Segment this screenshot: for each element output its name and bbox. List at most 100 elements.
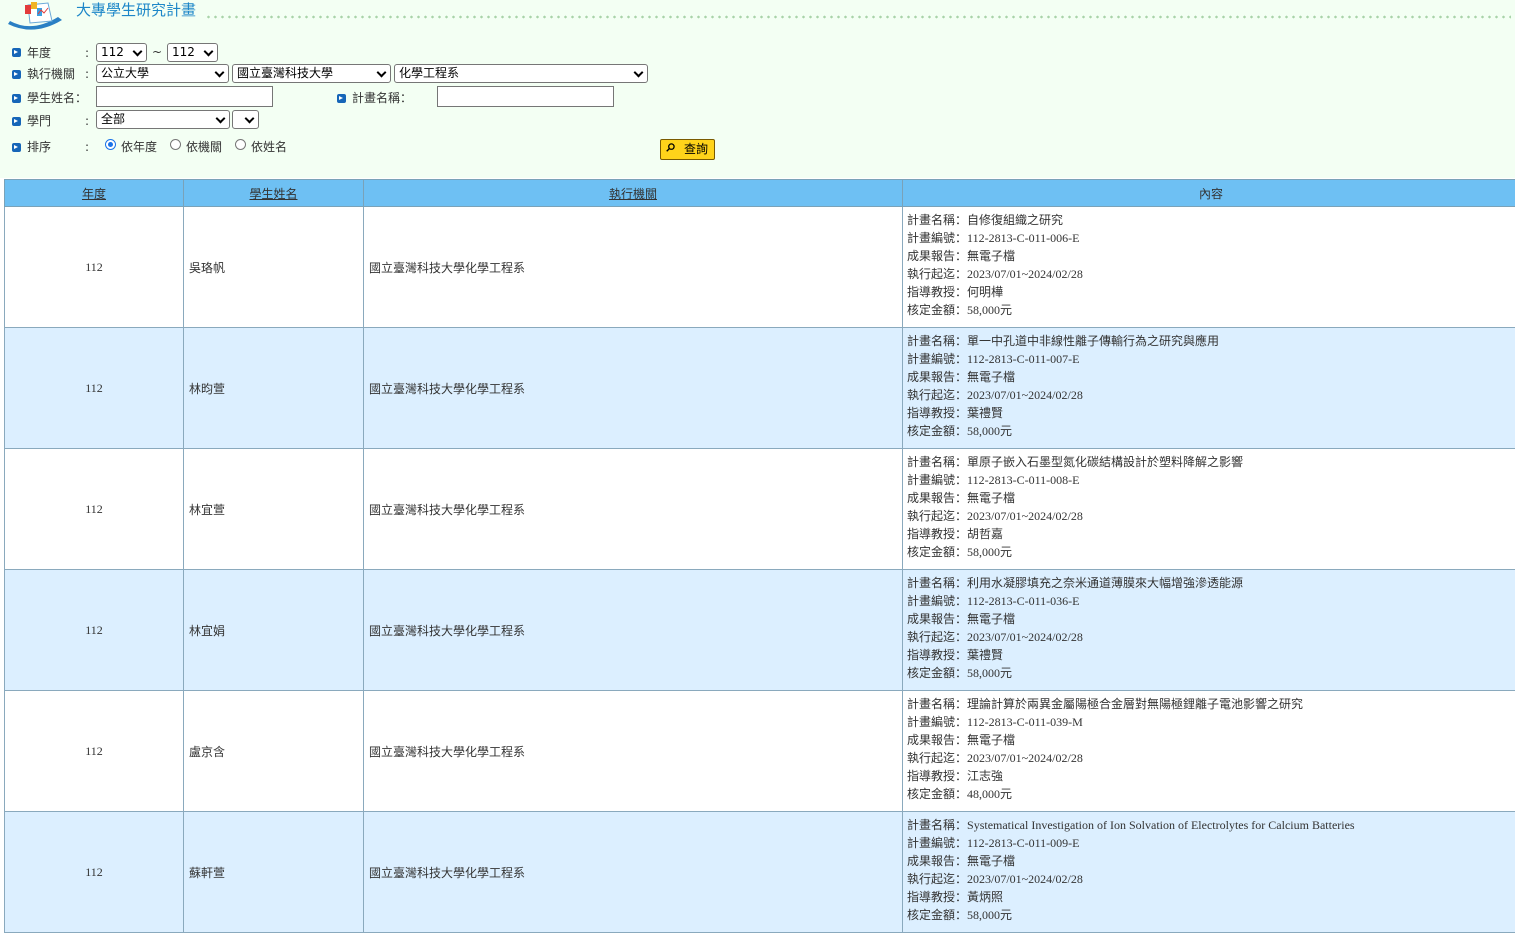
chevron-down-icon	[215, 68, 225, 78]
row-institution: 國立臺灣科技大學化學工程系	[364, 207, 903, 328]
field-select[interactable]: 全部	[96, 110, 230, 129]
content-title-value: 理論計算於兩異金屬陽極合金層對無陽極鋰離子電池影響之研究	[967, 697, 1303, 711]
school-select[interactable]: 國立臺灣科技大學	[232, 64, 391, 83]
content-field-label: 計畫名稱：	[907, 455, 967, 469]
row-student-name: 蘇軒萱	[184, 812, 364, 933]
content-field-label: 計畫編號：	[907, 715, 967, 729]
content-field-label: 成果報告：	[907, 249, 967, 263]
sort-by-name-radio[interactable]	[235, 139, 246, 150]
content-advisor-line: 指導教授：黃炳照	[907, 888, 1515, 906]
label-colon: :	[85, 46, 89, 60]
content-field-label: 核定金額：	[907, 303, 967, 317]
content-number-line: 計畫編號：112-2813-C-011-039-M	[907, 713, 1515, 731]
content-title-line: 計畫名稱：利用水凝膠填充之奈米通道薄膜來大幅增強滲透能源	[907, 574, 1515, 592]
content-report-value: 無電子檔	[967, 249, 1015, 263]
content-amount-line: 核定金額：58,000元	[907, 906, 1515, 924]
content-field-label: 計畫名稱：	[907, 818, 967, 832]
content-report-value: 無電子檔	[967, 491, 1015, 505]
content-field-label: 計畫編號：	[907, 352, 967, 366]
content-title-value: Systematical Investigation of Ion Solvat…	[967, 818, 1355, 832]
content-advisor-line: 指導教授：何明樺	[907, 283, 1515, 301]
content-advisor-value: 黃炳照	[967, 890, 1003, 904]
sort-by-institution-header[interactable]: 執行機關	[364, 180, 903, 207]
sort-by-year-radio[interactable]	[105, 139, 116, 150]
content-advisor-value: 胡哲嘉	[967, 527, 1003, 541]
content-field-label: 計畫名稱：	[907, 334, 967, 348]
query-button[interactable]: 查詢	[660, 139, 715, 160]
row-content: 計畫名稱：Systematical Investigation of Ion S…	[903, 812, 1515, 933]
results-table: 年度 學生姓名 執行機關 內容 112吳珞帆國立臺灣科技大學化學工程系計畫名稱：…	[4, 179, 1515, 933]
student-name-input[interactable]	[96, 86, 273, 107]
content-report-value: 無電子檔	[967, 733, 1015, 747]
table-row: 112盧京含國立臺灣科技大學化學工程系計畫名稱：理論計算於兩異金屬陽極合金層對無…	[5, 691, 1515, 812]
institution-type-select[interactable]: 公立大學	[96, 64, 229, 83]
year-label: 年度	[27, 46, 51, 60]
project-name-input[interactable]	[437, 86, 614, 107]
content-field-label: 指導教授：	[907, 285, 967, 299]
content-advisor-value: 葉禮賢	[967, 406, 1003, 420]
content-amount-line: 核定金額：58,000元	[907, 664, 1515, 682]
content-title-line: 計畫名稱：理論計算於兩異金屬陽極合金層對無陽極鋰離子電池影響之研究	[907, 695, 1515, 713]
chevron-down-icon	[133, 47, 143, 57]
content-report-line: 成果報告：無電子檔	[907, 489, 1515, 507]
content-period-line: 執行起迄：2023/07/01~2024/02/28	[907, 507, 1515, 525]
sort-by-student-header[interactable]: 學生姓名	[184, 180, 364, 207]
institution-label: 執行機關	[27, 67, 75, 81]
year-from-select[interactable]: 112	[96, 43, 147, 62]
row-student-name: 盧京含	[184, 691, 364, 812]
content-title-value: 單原子嵌入石墨型氮化碳結構設計於塑料降解之影響	[967, 455, 1243, 469]
table-row: 112蘇軒萱國立臺灣科技大學化學工程系計畫名稱：Systematical Inv…	[5, 812, 1515, 933]
content-field-label: 成果報告：	[907, 854, 967, 868]
content-amount-line: 核定金額：48,000元	[907, 785, 1515, 803]
content-field-label: 成果報告：	[907, 612, 967, 626]
content-field-label: 計畫名稱：	[907, 697, 967, 711]
sub-field-select[interactable]	[232, 110, 259, 129]
row-year: 112	[5, 328, 184, 449]
content-number-value: 112-2813-C-011-039-M	[967, 715, 1083, 729]
chevron-down-icon	[245, 114, 255, 124]
arrow-bullet-icon	[12, 70, 21, 79]
content-amount-value: 58,000元	[967, 666, 1012, 680]
row-content: 計畫名稱：單一中孔道中非線性離子傳輸行為之研究與應用計畫編號：112-2813-…	[903, 328, 1515, 449]
content-field-label: 執行起迄：	[907, 267, 967, 281]
content-field-label: 成果報告：	[907, 491, 967, 505]
department-select[interactable]: 化學工程系	[394, 64, 648, 83]
year-to-select[interactable]: 112	[167, 43, 218, 62]
content-advisor-value: 江志強	[967, 769, 1003, 783]
content-period-line: 執行起迄：2023/07/01~2024/02/28	[907, 749, 1515, 767]
content-amount-value: 58,000元	[967, 303, 1012, 317]
content-number-value: 112-2813-C-011-006-E	[967, 231, 1079, 245]
table-row: 112林宜萱國立臺灣科技大學化學工程系計畫名稱：單原子嵌入石墨型氮化碳結構設計於…	[5, 449, 1515, 570]
content-number-line: 計畫編號：112-2813-C-011-007-E	[907, 350, 1515, 368]
sort-by-year-header[interactable]: 年度	[5, 180, 184, 207]
chevron-down-icon	[204, 47, 214, 57]
content-field-label: 執行起迄：	[907, 751, 967, 765]
content-field-label: 核定金額：	[907, 424, 967, 438]
filter-panel: 大專學生研究計畫 年度 : 112 ~ 112 執行機關 : 公立大學 國立臺灣…	[0, 0, 1515, 178]
content-period-line: 執行起迄：2023/07/01~2024/02/28	[907, 386, 1515, 404]
content-field-label: 核定金額：	[907, 666, 967, 680]
magnifier-icon	[666, 143, 675, 152]
content-number-line: 計畫編號：112-2813-C-011-006-E	[907, 229, 1515, 247]
arrow-bullet-icon	[12, 94, 21, 103]
row-student-name: 林昀萱	[184, 328, 364, 449]
content-period-value: 2023/07/01~2024/02/28	[967, 509, 1083, 523]
content-amount-value: 58,000元	[967, 908, 1012, 922]
content-title-line: 計畫名稱：Systematical Investigation of Ion S…	[907, 816, 1515, 834]
table-header-row: 年度 學生姓名 執行機關 內容	[5, 180, 1515, 207]
content-report-line: 成果報告：無電子檔	[907, 247, 1515, 265]
content-period-value: 2023/07/01~2024/02/28	[967, 388, 1083, 402]
content-report-value: 無電子檔	[967, 370, 1015, 384]
content-period-line: 執行起迄：2023/07/01~2024/02/28	[907, 265, 1515, 283]
row-student-name: 林宜娟	[184, 570, 364, 691]
arrow-bullet-icon	[12, 143, 21, 152]
content-number-line: 計畫編號：112-2813-C-011-036-E	[907, 592, 1515, 610]
content-field-label: 指導教授：	[907, 648, 967, 662]
row-content: 計畫名稱：自修復組織之研究計畫編號：112-2813-C-011-006-E成果…	[903, 207, 1515, 328]
content-field-label: 指導教授：	[907, 890, 967, 904]
content-number-value: 112-2813-C-011-008-E	[967, 473, 1079, 487]
content-field-label: 計畫編號：	[907, 594, 967, 608]
content-field-label: 核定金額：	[907, 908, 967, 922]
content-field-label: 指導教授：	[907, 527, 967, 541]
sort-by-institution-radio[interactable]	[170, 139, 181, 150]
